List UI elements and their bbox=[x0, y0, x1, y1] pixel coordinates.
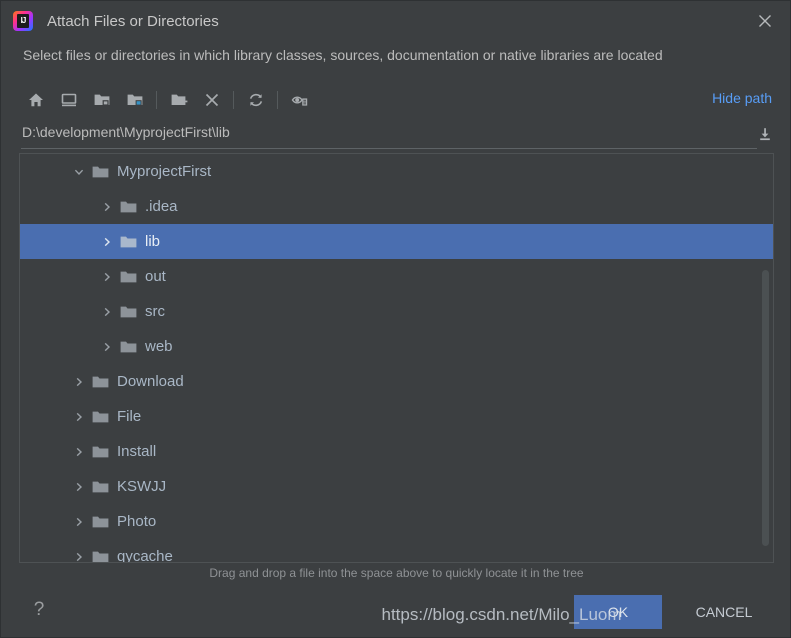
module-folder-icon[interactable] bbox=[118, 86, 151, 114]
path-underline bbox=[21, 148, 757, 149]
chevron-right-icon[interactable] bbox=[100, 340, 114, 354]
folder-icon bbox=[120, 340, 137, 354]
folder-icon bbox=[120, 270, 137, 284]
folder-icon bbox=[92, 165, 109, 179]
tree-row[interactable]: MyprojectFirst bbox=[20, 154, 773, 189]
tree-row[interactable]: Download bbox=[20, 364, 773, 399]
folder-icon bbox=[92, 375, 109, 389]
drag-drop-hint: Drag and drop a file into the space abov… bbox=[209, 566, 584, 580]
tree-row-label: KSWJJ bbox=[117, 478, 167, 495]
directory-tree[interactable]: MyprojectFirst .idea lib out src web Download F… bbox=[19, 153, 774, 563]
tree-row[interactable]: qycache bbox=[20, 539, 773, 563]
tree-row[interactable]: .idea bbox=[20, 189, 773, 224]
tree-row[interactable]: KSWJJ bbox=[20, 469, 773, 504]
chevron-right-icon[interactable] bbox=[100, 200, 114, 214]
ok-button[interactable]: OK bbox=[574, 595, 662, 629]
folder-icon bbox=[120, 305, 137, 319]
tree-row-label: src bbox=[145, 303, 165, 320]
chevron-right-icon[interactable] bbox=[100, 305, 114, 319]
toolbar bbox=[19, 85, 316, 115]
tree-row[interactable]: src bbox=[20, 294, 773, 329]
chevron-right-icon[interactable] bbox=[72, 375, 86, 389]
tree-row-label: lib bbox=[145, 233, 161, 250]
dialog-subtitle: Select files or directories in which lib… bbox=[23, 47, 663, 63]
chevron-right-icon[interactable] bbox=[72, 445, 86, 459]
folder-icon bbox=[92, 550, 109, 563]
folder-icon bbox=[92, 515, 109, 529]
toolbar-separator bbox=[156, 91, 157, 109]
tree-row[interactable]: Photo bbox=[20, 504, 773, 539]
project-folder-icon[interactable] bbox=[85, 86, 118, 114]
logo-letters: IJ bbox=[17, 14, 29, 28]
watermark-text: https://blog.csdn.net/Milo_Luom bbox=[381, 605, 622, 624]
refresh-icon[interactable] bbox=[239, 86, 272, 114]
tree-scrollbar[interactable] bbox=[762, 270, 769, 546]
folder-icon bbox=[120, 235, 137, 249]
toolbar-separator bbox=[277, 91, 278, 109]
tree-row-label: Download bbox=[117, 373, 184, 390]
tree-row-label: qycache bbox=[117, 548, 173, 563]
tree-row-label: File bbox=[117, 408, 142, 425]
page-title: Attach Files or Directories bbox=[47, 12, 219, 30]
path-value: D:\development\MyprojectFirst\lib bbox=[22, 124, 230, 140]
chevron-right-icon[interactable] bbox=[72, 515, 86, 529]
tree-row[interactable]: File bbox=[20, 399, 773, 434]
folder-icon bbox=[92, 445, 109, 459]
tree-row[interactable]: Install bbox=[20, 434, 773, 469]
download-arrow-icon[interactable] bbox=[753, 122, 777, 146]
attach-files-dialog: IJ Attach Files or Directories Select fi… bbox=[0, 0, 791, 638]
show-hidden-files-icon[interactable] bbox=[283, 86, 316, 114]
folder-icon bbox=[120, 200, 137, 214]
home-icon[interactable] bbox=[19, 86, 52, 114]
tree-row-label: MyprojectFirst bbox=[117, 163, 212, 180]
close-icon[interactable] bbox=[750, 7, 780, 35]
chevron-right-icon[interactable] bbox=[72, 480, 86, 494]
new-folder-icon[interactable] bbox=[162, 86, 195, 114]
tree-row[interactable]: lib bbox=[20, 224, 773, 259]
tree-row-label: web bbox=[145, 338, 173, 355]
chevron-right-icon[interactable] bbox=[100, 235, 114, 249]
folder-icon bbox=[92, 480, 109, 494]
folder-icon bbox=[92, 410, 109, 424]
toolbar-separator bbox=[233, 91, 234, 109]
delete-icon[interactable] bbox=[195, 86, 228, 114]
tree-row-label: Photo bbox=[117, 513, 157, 530]
titlebar: IJ Attach Files or Directories bbox=[1, 1, 790, 41]
tree-row[interactable]: out bbox=[20, 259, 773, 294]
desktop-icon[interactable] bbox=[52, 86, 85, 114]
tree-row-label: .idea bbox=[145, 198, 178, 215]
chevron-right-icon[interactable] bbox=[72, 550, 86, 563]
chevron-right-icon[interactable] bbox=[100, 270, 114, 284]
hide-path-link[interactable]: Hide path bbox=[712, 90, 772, 106]
path-field[interactable]: D:\development\MyprojectFirst\lib bbox=[21, 121, 773, 149]
tree-row-label: Install bbox=[117, 443, 157, 460]
intellij-logo-icon: IJ bbox=[13, 11, 33, 31]
chevron-right-icon[interactable] bbox=[72, 410, 86, 424]
tree-scrollbar-thumb[interactable] bbox=[762, 270, 769, 546]
tree-row-label: out bbox=[145, 268, 166, 285]
chevron-down-icon[interactable] bbox=[72, 165, 86, 179]
cancel-button[interactable]: CANCEL bbox=[676, 595, 772, 629]
tree-row[interactable]: web bbox=[20, 329, 773, 364]
help-button[interactable]: ? bbox=[27, 598, 51, 622]
